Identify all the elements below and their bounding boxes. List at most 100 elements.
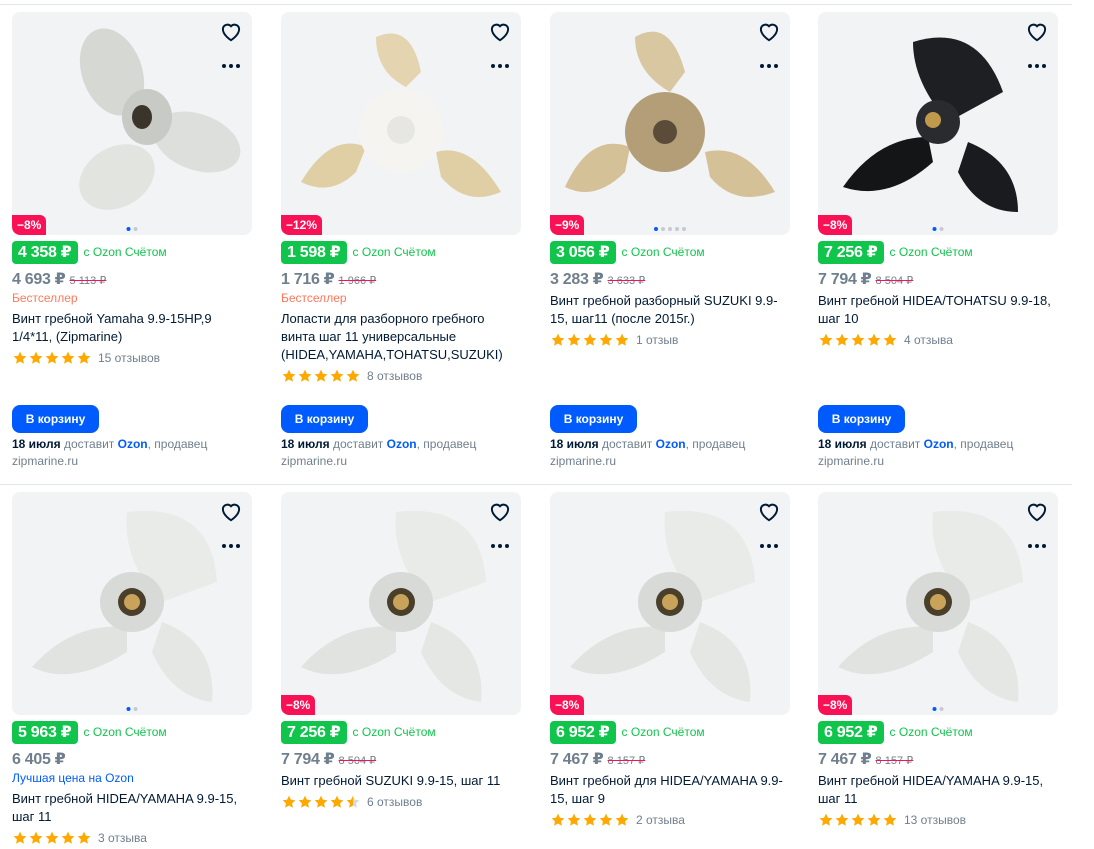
product-card[interactable]: −8% 6 952 ₽ с Ozon Счётом 7 467 ₽ 8 157 … [818, 492, 1058, 830]
heart-icon[interactable] [487, 498, 513, 524]
product-title[interactable]: Винт гребной Yamaha 9.9-15HP,9 1/4*11, (… [12, 310, 248, 346]
product-card[interactable]: −8% 4 358 ₽ с Ozon Счётом 4 693 ₽ 5 113 … [12, 12, 252, 368]
star-icon [615, 333, 629, 346]
heart-icon[interactable] [218, 498, 244, 524]
star-icon [282, 369, 296, 382]
propeller-image [843, 37, 1018, 212]
star-icon [867, 333, 881, 346]
product-title[interactable]: Винт гребной HIDEA/YAMAHA 9.9-15, шаг 11 [818, 772, 1054, 808]
star-icon [599, 813, 613, 826]
product-image[interactable]: −8% [281, 492, 521, 715]
product-title[interactable]: Винт гребной разборный SUZUKI 9.9-15, ша… [550, 292, 786, 328]
rating[interactable]: 3 отзыва [12, 828, 252, 848]
star-icon [45, 351, 59, 364]
rating[interactable]: 4 отзыва [818, 330, 1058, 350]
add-to-cart-button[interactable]: В корзину [550, 405, 637, 433]
rating[interactable]: 15 отзывов [12, 348, 252, 368]
star-icon [883, 813, 897, 826]
image-carousel-dots[interactable] [654, 227, 686, 231]
product-title[interactable]: Винт гребной HIDEA/YAMAHA 9.9-15, шаг 11 [12, 790, 248, 826]
heart-icon[interactable] [756, 498, 782, 524]
rating-stars [550, 812, 630, 828]
add-to-cart-button[interactable]: В корзину [12, 405, 99, 433]
star-icon [851, 813, 865, 826]
more-options-icon[interactable] [1024, 533, 1050, 559]
star-icon [61, 351, 75, 364]
more-options-icon[interactable] [487, 533, 513, 559]
image-carousel-dots[interactable] [126, 227, 138, 231]
bestseller-badge: Бестселлер [12, 291, 78, 305]
reviews-count: 13 отзывов [904, 813, 967, 827]
star-icon [583, 813, 597, 826]
propeller-image [565, 31, 775, 197]
product-card[interactable]: 5 963 ₽ с Ozon Счётом 6 405 ₽ Лучшая цен… [12, 492, 252, 848]
product-image[interactable]: −8% [12, 12, 252, 235]
star-icon [819, 333, 833, 346]
more-options-icon[interactable] [756, 533, 782, 559]
image-carousel-dots[interactable] [126, 707, 138, 711]
product-title[interactable]: Лопасти для разборного гребного винта ша… [281, 310, 517, 364]
more-options-icon[interactable] [1024, 53, 1050, 79]
product-image[interactable] [12, 492, 252, 715]
discount-badge: −9% [550, 215, 585, 235]
reviews-count: 2 отзыва [636, 813, 685, 827]
more-options-icon[interactable] [218, 53, 244, 79]
product-card[interactable]: −9% 3 056 ₽ с Ozon Счётом 3 283 ₽ 3 633 … [550, 12, 790, 350]
heart-icon[interactable] [218, 18, 244, 44]
heart-icon[interactable] [1024, 498, 1050, 524]
product-image[interactable]: −12% [281, 12, 521, 235]
discount-badge: −12% [281, 215, 323, 235]
product-image[interactable]: −9% [550, 12, 790, 235]
more-options-icon[interactable] [487, 53, 513, 79]
product-image[interactable]: −8% [550, 492, 790, 715]
star-icon [346, 369, 360, 382]
row-divider-middle [0, 484, 1072, 485]
star-icon [77, 351, 91, 364]
heart-icon[interactable] [1024, 18, 1050, 44]
old-price: 1 966 ₽ [338, 275, 377, 287]
old-price: 8 157 ₽ [875, 755, 914, 767]
product-card[interactable]: −8% 6 952 ₽ с Ozon Счётом 7 467 ₽ 8 157 … [550, 492, 790, 830]
delivery-info: 18 июля доставит Ozon, продавец zipmarin… [550, 436, 786, 470]
rating[interactable]: 6 отзывов [281, 792, 521, 812]
image-carousel-dots[interactable] [932, 227, 944, 231]
product-image[interactable]: −8% [818, 12, 1058, 235]
old-price: 3 633 ₽ [607, 275, 646, 287]
rating[interactable]: 13 отзывов [818, 810, 1058, 830]
product-title[interactable]: Винт гребной HIDEA/TOHATSU 9.9-18, шаг 1… [818, 292, 1054, 328]
add-to-cart-button[interactable]: В корзину [281, 405, 368, 433]
star-icon [13, 351, 27, 364]
star-icon [13, 831, 27, 844]
rating[interactable]: 8 отзывов [281, 366, 521, 386]
product-card[interactable]: −8% 7 256 ₽ с Ozon Счётом 7 794 ₽ 8 504 … [818, 12, 1058, 350]
old-price: 8 504 ₽ [875, 275, 914, 287]
rating[interactable]: 1 отзыв [550, 330, 790, 350]
product-title[interactable]: Винт гребной SUZUKI 9.9-15, шаг 11 [281, 772, 517, 790]
product-title[interactable]: Винт гребной для HIDEA/YAMAHA 9.9-15, ша… [550, 772, 786, 808]
add-to-cart-button[interactable]: В корзину [818, 405, 905, 433]
star-icon [314, 795, 328, 808]
ozon-card-price: 7 256 ₽ [281, 720, 347, 744]
image-carousel-dots[interactable] [932, 707, 944, 711]
ozon-card-label: с Ozon Счётом [889, 725, 973, 739]
reviews-count: 15 отзывов [98, 351, 161, 365]
heart-icon[interactable] [487, 18, 513, 44]
ozon-card-price: 1 598 ₽ [281, 240, 347, 264]
star-icon [599, 333, 613, 346]
propeller-image [79, 28, 241, 210]
delivery-date: 18 июля [818, 437, 867, 451]
product-card[interactable]: −8% 7 256 ₽ с Ozon Счётом 7 794 ₽ 8 504 … [281, 492, 521, 812]
more-options-icon[interactable] [756, 53, 782, 79]
delivery-date: 18 июля [281, 437, 330, 451]
product-image[interactable]: −8% [818, 492, 1058, 715]
product-card[interactable]: −12% 1 598 ₽ с Ozon Счётом 1 716 ₽ 1 966… [281, 12, 521, 386]
star-icon [583, 333, 597, 346]
reviews-count: 1 отзыв [636, 333, 679, 347]
star-icon [61, 831, 75, 844]
star-icon [851, 333, 865, 346]
reviews-count: 8 отзывов [367, 369, 423, 383]
more-options-icon[interactable] [218, 533, 244, 559]
ozon-card-label: с Ozon Счётом [352, 245, 436, 259]
rating[interactable]: 2 отзыва [550, 810, 790, 830]
heart-icon[interactable] [756, 18, 782, 44]
